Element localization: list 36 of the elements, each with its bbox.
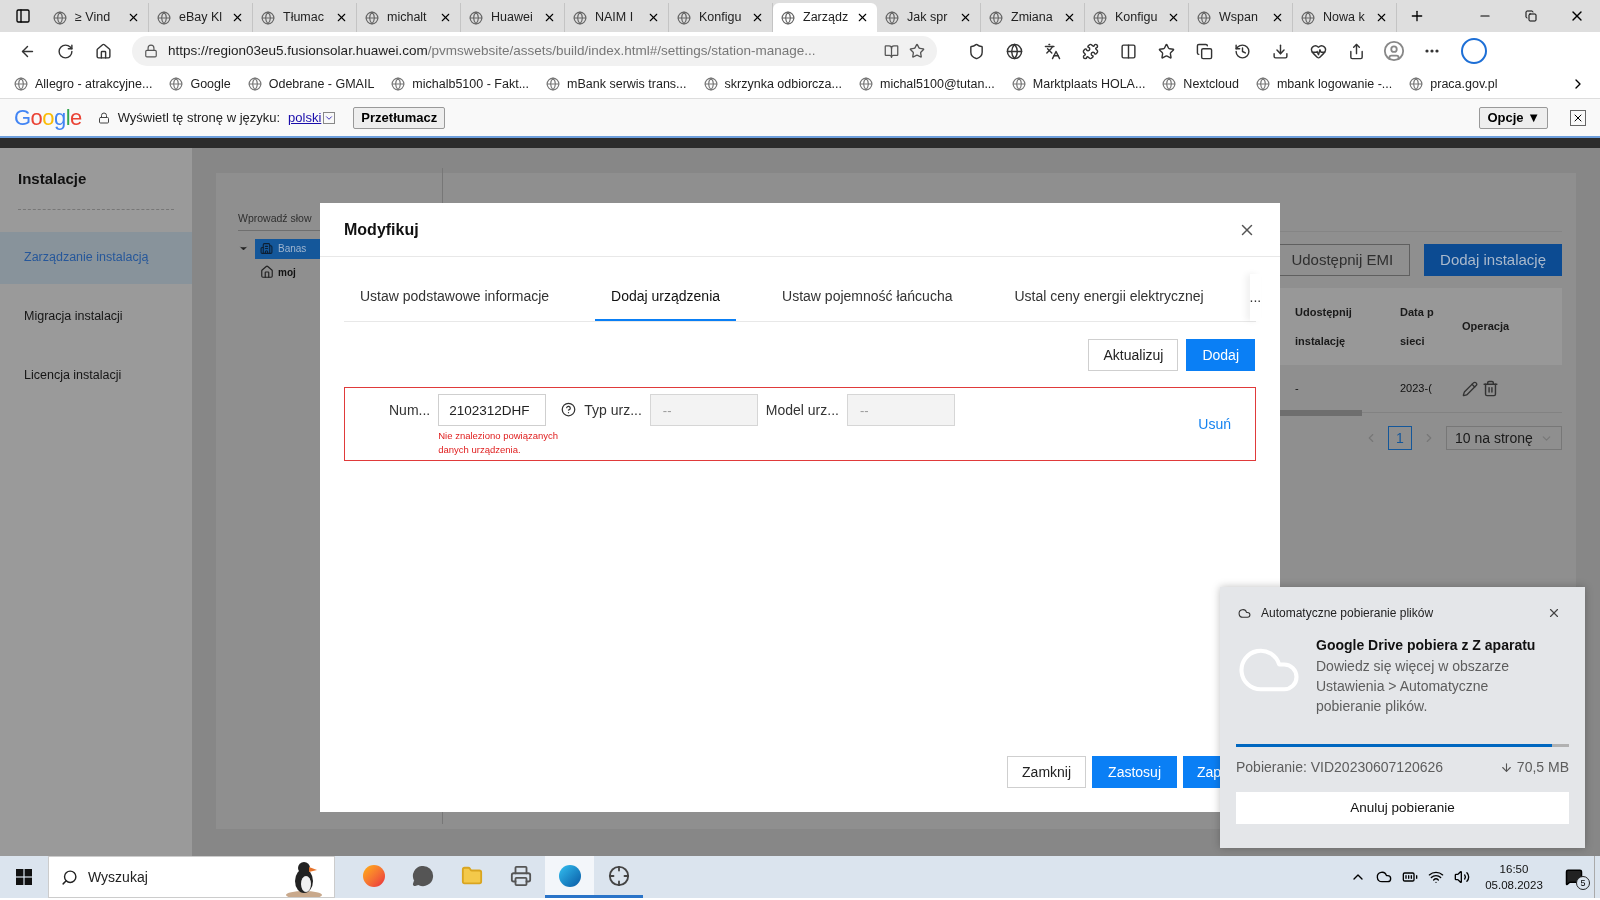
tab-title: Wspan [1219, 9, 1259, 27]
tab-title: Huawei [491, 9, 534, 27]
tab-title: ≥ Vind [75, 9, 112, 27]
column-header: Operacja [1462, 319, 1510, 335]
tab-title: michalt [387, 9, 428, 27]
notification-title: Google Drive pobiera z Z aparatu [1316, 636, 1537, 655]
tab-title: Tłumac [283, 9, 325, 27]
sidebar-title: Instalacje [18, 169, 88, 189]
error-message: Nie znaleziono powiązanych danych urządzenia. [438, 429, 559, 457]
clock-time: 16:50 [1499, 862, 1529, 877]
table-cell-text: - [1295, 381, 1300, 397]
column-header: Udostępnij instalację [1295, 305, 1353, 349]
dialog-title: Modyfikuj [344, 219, 419, 240]
search-placeholder: Wyszukaj [88, 867, 149, 887]
field-label: Model urz... [765, 401, 839, 420]
notification-header: Automatyczne pobieranie plików [1261, 605, 1435, 622]
tab-title: Konfigu [1115, 9, 1159, 27]
download-status: Pobieranie: VID20230607120626 [1236, 758, 1445, 777]
translate-prompt: Wyświetl tę stronę w języku: [117, 108, 281, 127]
field-label: Typ urz... [584, 401, 642, 420]
notification-body: Dowiedz się więcej w obszarze Ustawienia > Automatyczne pobieranie plików. [1316, 657, 1510, 716]
download-size: 70,5 MB [1516, 758, 1569, 777]
column-header: Data p sieci [1400, 305, 1435, 349]
tab-title: eBay Kl [179, 9, 223, 27]
tab-title: Nowa k [1323, 9, 1366, 27]
field-label: Num... [389, 401, 431, 420]
tab-title: NAIM I [595, 9, 635, 27]
tab-title: Zarządz [803, 9, 849, 27]
url-text: https://region03eu5.fusionsolar.huawei.com/pvmswebsite/assets/build/index.html#/settings/station-manage... [168, 41, 817, 60]
tab-title: Konfigu [699, 9, 743, 27]
tab-title: Zmiana [1011, 9, 1054, 27]
tab-title: Jak spr [907, 9, 949, 27]
clock-date: 05.08.2023 [1485, 878, 1543, 893]
notification-count: 5 [1576, 876, 1590, 890]
table-cell-text: 2023-( [1400, 381, 1433, 397]
google-logo: Google [14, 104, 82, 132]
